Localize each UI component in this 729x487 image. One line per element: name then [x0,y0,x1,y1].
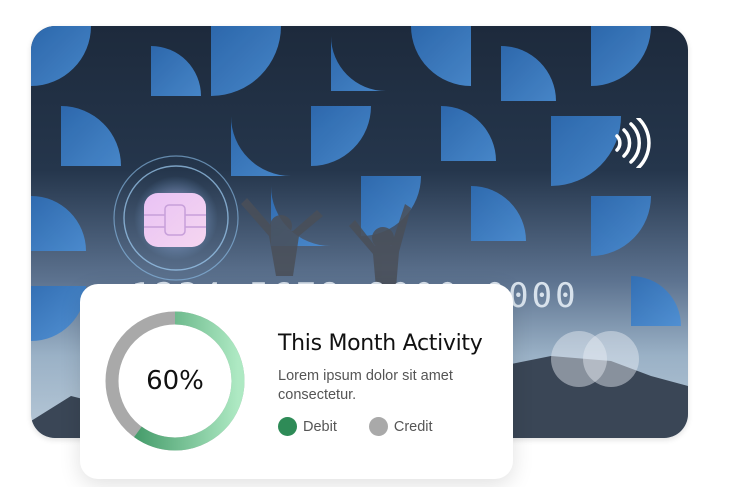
activity-panel: 60% This Month Activity Lorem ipsum dolo… [80,284,513,479]
contactless-icon [615,118,651,168]
legend-item-debit: Debit [278,417,337,436]
legend-dot-icon [368,417,388,436]
activity-title: This Month Activity [278,331,483,356]
legend-label: Credit [393,418,433,435]
activity-percent: 60% [146,366,204,396]
card-chip-icon [113,155,239,281]
legend-item-credit: Credit [368,417,433,436]
activity-legend: Debit Credit [278,417,465,436]
legend-dot-icon [278,417,297,436]
activity-description: Lorem ipsum dolor sit amet consectetur. [278,368,453,403]
legend-label: Debit [303,418,337,435]
